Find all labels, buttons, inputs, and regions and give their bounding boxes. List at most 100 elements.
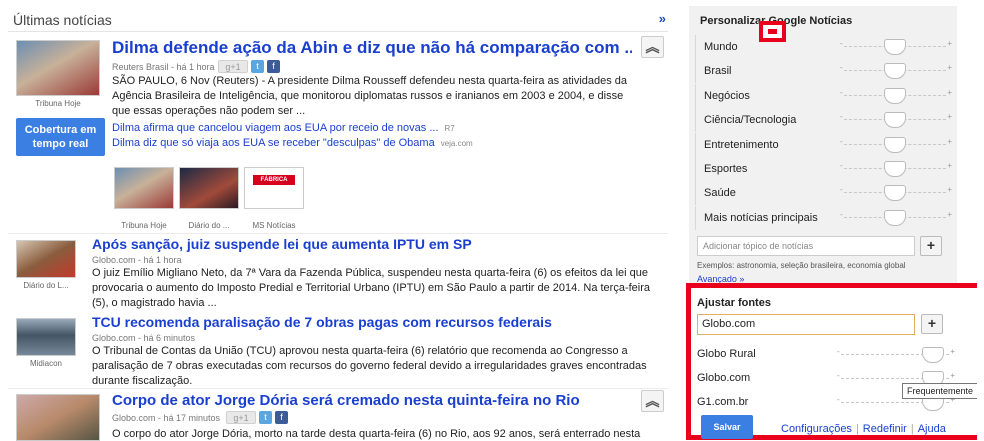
slider-handle[interactable] (884, 112, 906, 129)
related-source: veja.com (440, 139, 473, 148)
slider-handle[interactable] (884, 136, 906, 153)
story-thumbnail[interactable] (16, 394, 100, 441)
slider-handle[interactable] (884, 39, 906, 55)
story-thumbnail[interactable] (16, 318, 76, 356)
story-meta: Reuters Brasil - há 1 hora (112, 62, 215, 72)
topic-label: Esportes (704, 163, 748, 175)
live-coverage-button[interactable]: Cobertura em tempo real (16, 118, 105, 156)
gallery-image[interactable]: FÁBRICA STAR (244, 167, 304, 209)
source-label: Globo.com (697, 372, 751, 384)
share-buttons: g+1 t f (226, 411, 288, 424)
topic-row: Negócios - + (695, 83, 953, 108)
story-thumbnail[interactable] (16, 40, 100, 96)
slider-handle[interactable] (921, 347, 944, 363)
help-link[interactable]: Ajuda (918, 423, 946, 435)
gallery-caption: MS Notícias (252, 221, 296, 230)
topic-row: Mais notícias principais - + (695, 205, 953, 230)
facebook-icon[interactable]: f (275, 411, 288, 424)
related-link-text[interactable]: Dilma afirma que cancelou viagem aos EUA… (112, 122, 439, 134)
twitter-icon[interactable]: t (251, 60, 264, 73)
related-link[interactable]: Dilma diz que só viaja aos EUA se recebe… (112, 137, 473, 149)
section-title: Últimas notícias (13, 12, 112, 28)
divider (8, 233, 668, 234)
story-headline[interactable]: TCU recomenda paralisação de 7 obras pag… (92, 314, 652, 330)
related-link-text[interactable]: Dilma diz que só viaja aos EUA se recebe… (112, 137, 435, 149)
topic-label: Brasil (704, 65, 732, 78)
slider-plus: + (947, 185, 952, 195)
gallery-image[interactable] (179, 167, 239, 209)
slider-handle[interactable] (884, 185, 906, 202)
source-row: Globo Rural - + (697, 344, 957, 366)
source-label: Globo Rural (697, 348, 756, 360)
slider-handle[interactable] (884, 209, 906, 226)
topic-slider[interactable]: - + (840, 161, 952, 177)
slider-plus: + (947, 63, 952, 73)
save-button[interactable]: Salvar (701, 415, 753, 439)
topic-row: Mundo - + (695, 35, 953, 59)
topic-row: Ciência/Tecnologia - + (695, 108, 953, 133)
gallery-image[interactable] (114, 167, 174, 209)
google-plus-icon[interactable]: g+1 (226, 411, 256, 424)
slider-tooltip: Frequentemente (902, 383, 979, 399)
collapse-story-button[interactable]: ︽ (641, 390, 664, 412)
more-link[interactable]: » (659, 11, 666, 26)
topic-label: Entretenimento (704, 138, 779, 151)
slider-handle[interactable] (884, 161, 906, 177)
source-slider[interactable]: - + (837, 347, 955, 363)
slider-plus: + (947, 209, 952, 219)
slider-minus: - (840, 185, 843, 195)
facebook-icon[interactable]: f (267, 60, 280, 73)
slider-handle[interactable] (884, 87, 906, 104)
divider (8, 388, 668, 389)
reset-link[interactable]: Redefinir (863, 423, 907, 435)
source-slider[interactable]: - + (837, 395, 955, 411)
topic-slider[interactable]: - + (840, 209, 952, 226)
slider-minus: - (837, 347, 840, 356)
topic-label: Mais notícias principais (704, 211, 818, 224)
topic-slider[interactable]: - + (840, 185, 952, 202)
story-headline[interactable]: Dilma defende ação da Abin e diz que não… (112, 38, 632, 58)
google-plus-icon[interactable]: g+1 (218, 60, 248, 73)
slider-minus: - (837, 395, 840, 404)
sources-links: Configurações | Redefinir | Ajuda (781, 423, 946, 435)
add-topic-input[interactable]: Adicionar tópico de notícias (697, 236, 915, 256)
slider-minus: - (837, 371, 840, 380)
source-input[interactable]: Globo.com (697, 314, 915, 335)
related-link[interactable]: Dilma afirma que cancelou viagem aos EUA… (112, 122, 455, 134)
adjust-sources-panel: Ajustar fontes Globo.com + Globo Rural - +… (686, 283, 983, 440)
story-snippet: O juiz Emílio Migliano Neto, da 7ª Vara … (92, 267, 651, 309)
add-topic-button[interactable]: + (920, 236, 942, 256)
slider-minus: - (840, 209, 843, 219)
topic-slider[interactable]: - + (840, 136, 952, 153)
topic-slider[interactable]: - + (840, 63, 952, 80)
topic-row: Esportes - + (695, 157, 953, 181)
add-source-button[interactable]: + (921, 314, 943, 334)
topic-row: Entretenimento - + (695, 132, 953, 157)
scroll-edge (977, 0, 984, 441)
topic-examples: Exemplos: astronomia, seleção brasileira… (697, 261, 906, 270)
source-slider[interactable]: - + (837, 371, 955, 387)
story-headline[interactable]: Corpo de ator Jorge Dória será cremado n… (112, 392, 632, 409)
topic-slider[interactable]: - + (840, 87, 952, 104)
thumbnail-caption: Diário do L... (23, 281, 69, 290)
collapse-story-button[interactable]: ︽ (641, 36, 664, 58)
story-snippet: O corpo do ator Jorge Dória, morto na ta… (112, 428, 641, 440)
slider-minus: - (840, 87, 843, 97)
story-thumbnail[interactable] (16, 240, 76, 278)
topic-label: Saúde (704, 187, 736, 200)
share-buttons: g+1 t f (218, 60, 280, 73)
slider-plus: + (950, 347, 955, 356)
story-headline[interactable]: Após sanção, juiz suspende lei que aumen… (92, 236, 652, 252)
story-snippet: SÃO PAULO, 6 Nov (Reuters) - A president… (112, 75, 628, 117)
settings-link[interactable]: Configurações (781, 423, 852, 435)
slider-handle[interactable] (884, 63, 906, 80)
slider-minus: - (840, 39, 843, 48)
slider-minus: - (840, 112, 843, 122)
story-meta: Globo.com - há 17 minutos (112, 413, 221, 423)
topic-slider[interactable]: - + (840, 112, 952, 129)
gallery-caption: Tribuna Hoje (121, 221, 167, 230)
twitter-icon[interactable]: t (259, 411, 272, 424)
story-snippet: O Tribunal de Contas da União (TCU) apro… (92, 345, 647, 387)
sources-title: Ajustar fontes (697, 297, 771, 309)
topic-slider[interactable]: - + (840, 39, 952, 55)
